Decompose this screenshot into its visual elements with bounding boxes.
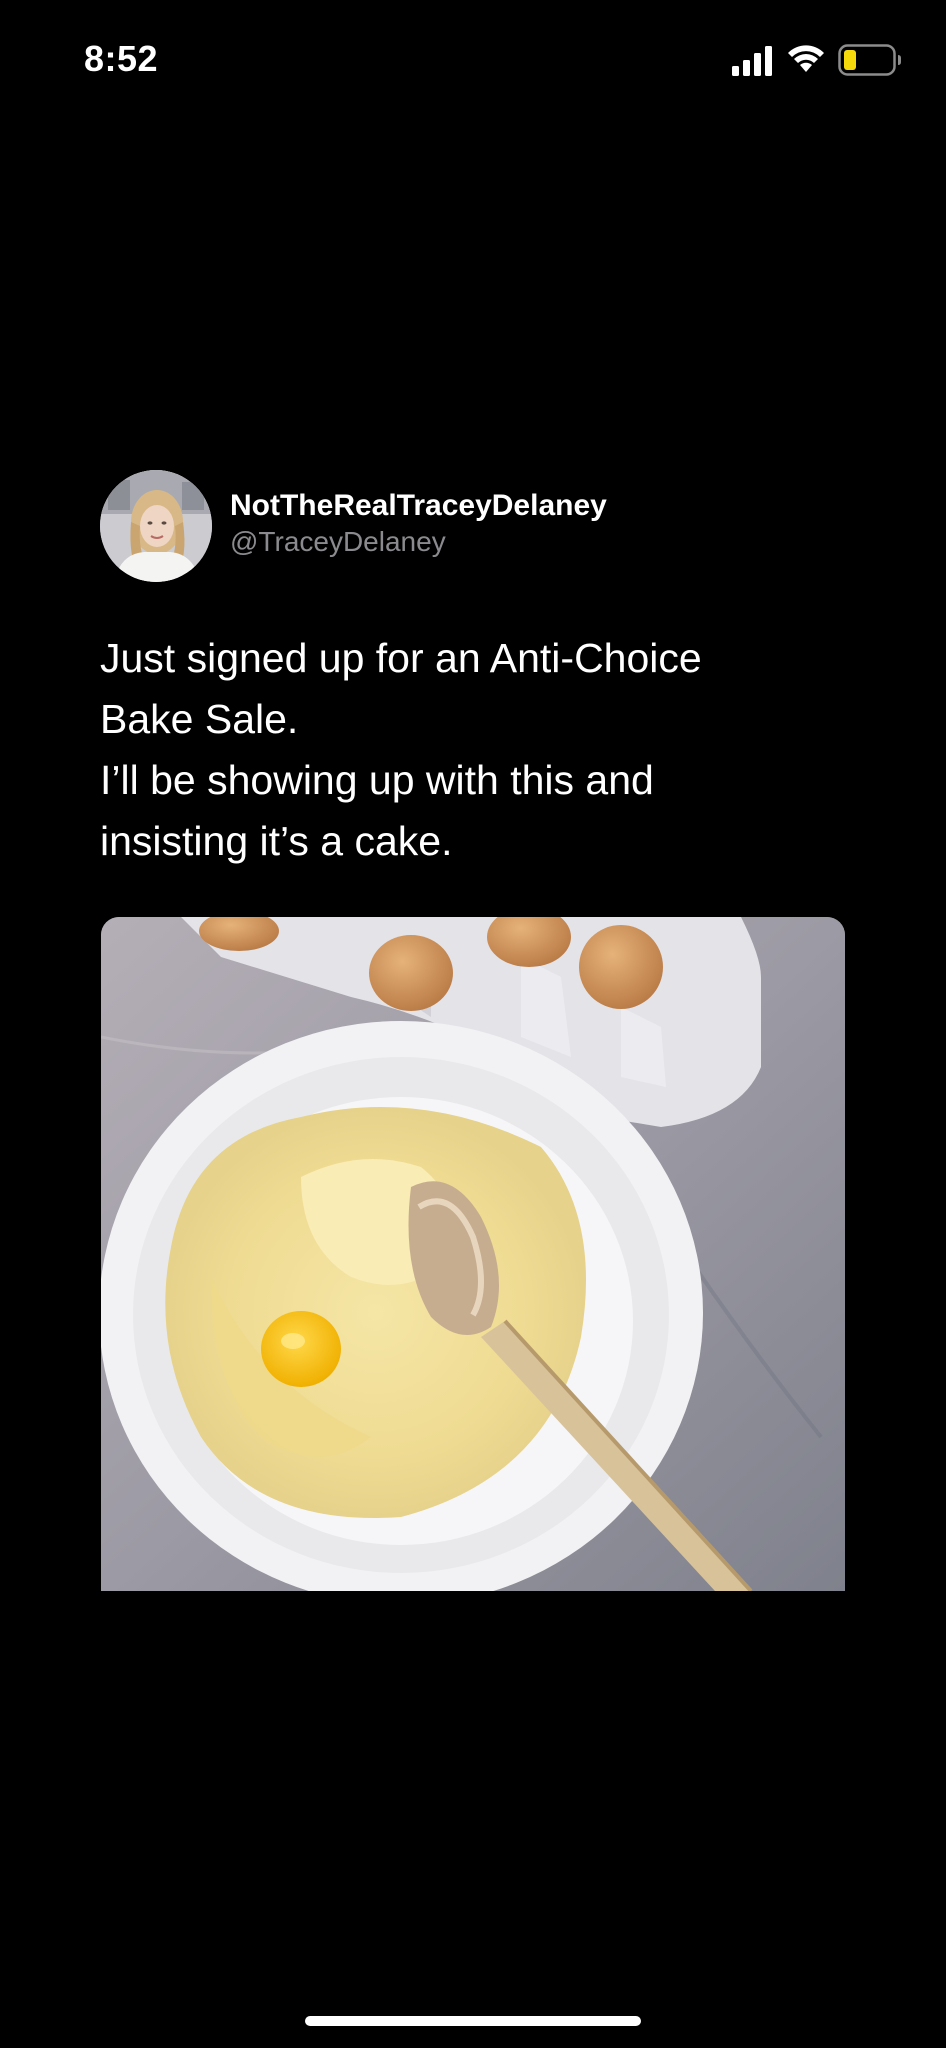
tweet-card: NotTheRealTraceyDelaney @TraceyDelaney J… (100, 470, 846, 864)
status-time: 8:52 (84, 38, 159, 79)
battery-icon (838, 44, 901, 76)
tweet-text-line: Just signed up for an Anti-Choice (100, 635, 702, 681)
tweet-text-line: Bake Sale. (100, 696, 299, 742)
tweet-header: NotTheRealTraceyDelaney @TraceyDelaney (100, 470, 846, 582)
tweet-text-line: insisting it’s a cake. (100, 818, 453, 864)
display-name[interactable]: NotTheRealTraceyDelaney (230, 488, 607, 524)
tweet-media-photo[interactable] (101, 917, 845, 1591)
signal-icon (732, 46, 772, 76)
tweet-text-line: I’ll be showing up with this and (100, 757, 654, 803)
avatar-photo (100, 470, 212, 582)
home-indicator[interactable] (305, 2016, 641, 2026)
wifi-icon (788, 45, 824, 72)
author-names: NotTheRealTraceyDelaney @TraceyDelaney (230, 488, 607, 560)
avatar[interactable] (100, 470, 212, 582)
tweet-text: Just signed up for an Anti-Choice Bake S… (100, 628, 846, 872)
batter-bowl-photo (101, 917, 845, 1591)
status-bar: 8:52 (0, 0, 946, 120)
author-handle[interactable]: @TraceyDelaney (230, 524, 607, 560)
